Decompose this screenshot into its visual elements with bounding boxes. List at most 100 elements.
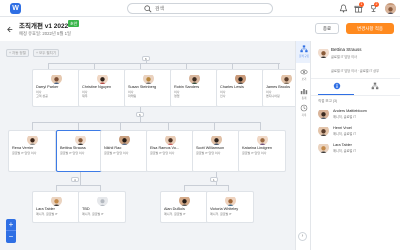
person-name: Darryl Parker [36, 85, 59, 89]
person-role: 매니저, 글로벌 IT [82, 212, 104, 216]
avatar [235, 73, 246, 84]
avatar [51, 195, 62, 206]
avatar [143, 73, 154, 84]
person-card[interactable]: Rena Verrier 글로벌 IT 담당 이사 [8, 130, 56, 172]
person-name: Elsa Ramos Vo... [150, 146, 180, 150]
history-icon[interactable] [300, 104, 308, 112]
person-name: Katarina Lindgren [242, 146, 272, 150]
rail-label: 기록 [301, 114, 307, 117]
selected-person-detail: 글로벌 IT 담당 이사 · 글로벌 IT 상무 [331, 69, 379, 73]
notification-badge: 2 [374, 2, 379, 7]
avatar [51, 73, 62, 84]
user-avatar[interactable] [385, 3, 396, 14]
person-card[interactable]: Scott Williamson 글로벌 IT 담당 이사 [192, 130, 240, 172]
zoom-out-button[interactable]: − [6, 231, 16, 243]
app-logo[interactable]: W [10, 3, 21, 14]
stats-icon[interactable] [300, 87, 308, 95]
report-name[interactable]: Henri Vroel [333, 126, 352, 130]
person-card[interactable]: Katarina Lindgren 글로벌 IT 담당 이사 [238, 130, 286, 172]
child-count[interactable]: 6 [142, 56, 150, 61]
person-name: Christine Nguyen [82, 85, 112, 89]
rail-label: 통계 [301, 97, 307, 100]
person-card[interactable]: Susan Steinberg 이사 마케팅 [124, 69, 172, 107]
report-role: 매니저, 글로벌 IT [333, 115, 357, 119]
effective-date: 예정 유효일: 2022년 5월 1일 [19, 31, 71, 36]
person-role: 글로벌 IT 담당 이사 [150, 151, 175, 155]
person-role: 글로벌 IT 담당 이사 [196, 151, 221, 155]
person-card[interactable]: Darryl Parker 이사 고객 성공 [32, 69, 80, 107]
person-card[interactable]: Lara Tabler 매니저, 글로벌 IT [32, 191, 80, 223]
collapse-panel-button[interactable]: › [298, 232, 307, 241]
apply-changes-button[interactable]: 변경사항 적용 [346, 23, 394, 34]
person-dept: 고객 성공 [36, 94, 48, 98]
person-dept: 영업 [174, 94, 180, 98]
auto-arrange-button[interactable]: + 자동 정렬 [6, 49, 29, 57]
info-icon[interactable] [333, 82, 341, 90]
org-structure-icon [300, 45, 308, 53]
rail-label: 조직 구조 [298, 55, 310, 58]
avatar [27, 134, 38, 145]
close-button[interactable]: 종료 [315, 23, 339, 34]
person-name: Charles Lewis [220, 85, 244, 89]
hierarchy-icon[interactable] [371, 82, 379, 90]
bell-icon[interactable] [339, 4, 348, 13]
avatar [318, 47, 329, 58]
back-arrow-icon[interactable] [6, 26, 13, 33]
notification-badge: 1 [359, 2, 364, 7]
search-box[interactable] [127, 3, 273, 14]
vacant-position-card[interactable]: TBD 매니저, 글로벌 IT [78, 191, 126, 223]
person-name: Alan DuBois [164, 207, 185, 211]
person-role: 매니저, 글로벌 IT [36, 212, 58, 216]
avatar [318, 108, 329, 119]
child-count[interactable]: 4 [71, 177, 79, 182]
person-card[interactable]: Alan DuBois 매니저, 글로벌 IT [160, 191, 208, 223]
zoom-controls: + − [6, 219, 16, 243]
person-card[interactable]: Christine Nguyen 이사 재무 [78, 69, 126, 107]
avatar [179, 195, 190, 206]
person-name: Scott Williamson [196, 146, 225, 150]
person-name: Rena Verrier [12, 146, 34, 150]
avatar [189, 73, 200, 84]
person-name: TBD [82, 207, 90, 211]
person-card[interactable]: Elsa Ramos Vo... 글로벌 IT 담당 이사 [146, 130, 194, 172]
person-name: Lara Tabler [36, 207, 55, 211]
child-count[interactable]: 1 [210, 177, 218, 182]
person-card[interactable]: Charles Lewis 이사 인사 [216, 69, 264, 107]
person-card[interactable]: Victoria Whiteley 매니저, 글로벌 IT [206, 191, 254, 223]
report-role: 매니저, 글로벌 IT [333, 149, 357, 153]
status-badge: 초안 [68, 20, 80, 27]
avatar [97, 73, 108, 84]
avatar [75, 134, 86, 145]
person-card[interactable]: Robin Sanders 이사 영업 [170, 69, 218, 107]
avatar [318, 125, 329, 136]
avatar [211, 134, 222, 145]
person-name: Susan Steinberg [128, 85, 157, 89]
person-role: 글로벌 IT 담당 이사 [12, 151, 37, 155]
search-input[interactable] [155, 4, 255, 13]
direct-reports-heading: 직접 보고 (3) [318, 99, 338, 103]
person-card-selected[interactable]: Bettina Strauss 글로벌 IT 담당 이사 [56, 130, 104, 172]
page-title: 조직개편 v1 2022 [19, 23, 69, 30]
zoom-in-button[interactable]: + [6, 219, 16, 231]
avatar [225, 195, 236, 206]
avatar [281, 73, 292, 84]
person-role: 글로벌 IT 담당 이사 [242, 151, 267, 155]
report-role: 매니저, 글로벌 IT [333, 132, 357, 136]
person-card[interactable]: Nikhil Rao 글로벌 IT 담당 이사 [100, 130, 148, 172]
avatar [318, 142, 329, 153]
report-name[interactable]: Lara Tabler [333, 143, 352, 147]
search-icon [144, 5, 152, 13]
vacant-avatar-icon [97, 195, 108, 206]
person-name: Nikhil Rao [104, 146, 122, 150]
avatar [119, 134, 130, 145]
report-name[interactable]: Anders Mattlebloom [333, 109, 367, 113]
person-name: Bettina Strauss [60, 146, 86, 150]
avatar [165, 134, 176, 145]
child-count[interactable]: 6 [136, 112, 144, 117]
eye-icon[interactable] [300, 68, 308, 76]
expand-all-button[interactable]: + 모두 펼치기 [33, 49, 60, 57]
person-role: 매니저, 글로벌 IT [210, 212, 232, 216]
top-nav: W 1 2 [0, 0, 400, 17]
rail-label: 보기 [301, 78, 307, 81]
person-role: 글로벌 IT 담당 이사 [60, 151, 85, 155]
